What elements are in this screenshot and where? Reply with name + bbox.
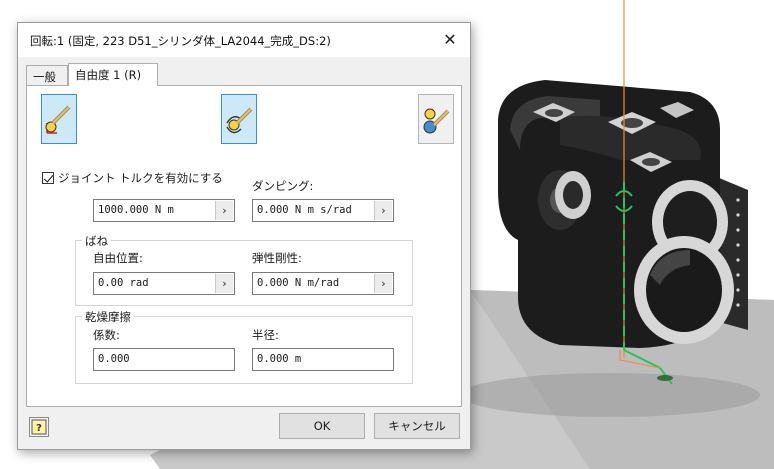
dof-dialog: 回転:1 (固定, 223 D51_シリンダ体_LA2044_完成_DS:2) … bbox=[17, 22, 471, 450]
joint-insert-button[interactable] bbox=[41, 94, 77, 144]
damping-value: 0.000 N m s/rad bbox=[257, 204, 352, 216]
coefficient-field[interactable]: 0.000 bbox=[93, 348, 235, 371]
tab-dof-1[interactable]: 自由度 1 (R) bbox=[68, 63, 158, 86]
friction-group-title: 乾燥摩擦 bbox=[82, 309, 134, 325]
cancel-button[interactable]: キャンセル bbox=[374, 413, 460, 439]
coefficient-value: 0.000 bbox=[98, 353, 130, 365]
spring-group-title: ばね bbox=[82, 233, 111, 249]
free-position-field[interactable]: 0.00 rad › bbox=[93, 272, 235, 295]
joint-rotate-icon bbox=[226, 107, 253, 134]
chevron-right-icon[interactable]: › bbox=[374, 274, 392, 293]
chevron-right-icon[interactable]: › bbox=[215, 201, 233, 220]
stiffness-label: 弾性剛性: bbox=[252, 251, 302, 265]
stiffness-field[interactable]: 0.000 N m/rad › bbox=[252, 272, 394, 295]
free-position-label: 自由位置: bbox=[93, 251, 143, 265]
joint-dual-icon bbox=[423, 108, 450, 134]
joint-rotate-button[interactable] bbox=[221, 94, 257, 144]
joint-insert-icon bbox=[45, 105, 71, 134]
dialog-title: 回転:1 (固定, 223 D51_シリンダ体_LA2044_完成_DS:2) bbox=[30, 34, 331, 48]
damping-field[interactable]: 0.000 N m s/rad › bbox=[252, 199, 394, 222]
help-button[interactable]: ? bbox=[29, 417, 49, 437]
joint-torque-checkbox[interactable]: ジョイント トルクを有効にする bbox=[42, 170, 223, 186]
torque-value: 1000.000 N m bbox=[98, 204, 174, 216]
joint-torque-label: ジョイント トルクを有効にする bbox=[58, 171, 223, 185]
damping-label: ダンピング: bbox=[252, 179, 314, 193]
chevron-right-icon[interactable]: › bbox=[215, 274, 233, 293]
close-icon[interactable]: ✕ bbox=[440, 30, 460, 50]
radius-field[interactable]: 0.000 m bbox=[252, 348, 394, 371]
radius-value: 0.000 m bbox=[257, 353, 302, 365]
svg-text:?: ? bbox=[36, 423, 42, 434]
torque-value-field[interactable]: 1000.000 N m › bbox=[93, 199, 235, 222]
stiffness-value: 0.000 N m/rad bbox=[257, 277, 340, 289]
radius-label: 半径: bbox=[252, 328, 279, 342]
help-icon: ? bbox=[31, 419, 47, 435]
ok-button[interactable]: OK bbox=[279, 413, 365, 439]
joint-dual-button[interactable] bbox=[418, 94, 454, 144]
chevron-right-icon[interactable]: › bbox=[374, 201, 392, 220]
dialog-titlebar[interactable]: 回転:1 (固定, 223 D51_シリンダ体_LA2044_完成_DS:2) … bbox=[18, 23, 470, 57]
coefficient-label: 係数: bbox=[93, 328, 120, 342]
dof-panel: ジョイント トルクを有効にする ダンピング: 1000.000 N m › 0.… bbox=[26, 85, 462, 407]
tab-general[interactable]: 一般 bbox=[26, 65, 68, 85]
free-position-value: 0.00 rad bbox=[98, 277, 149, 289]
checkbox-checked-icon[interactable] bbox=[42, 172, 54, 184]
model-shadow bbox=[460, 373, 760, 417]
